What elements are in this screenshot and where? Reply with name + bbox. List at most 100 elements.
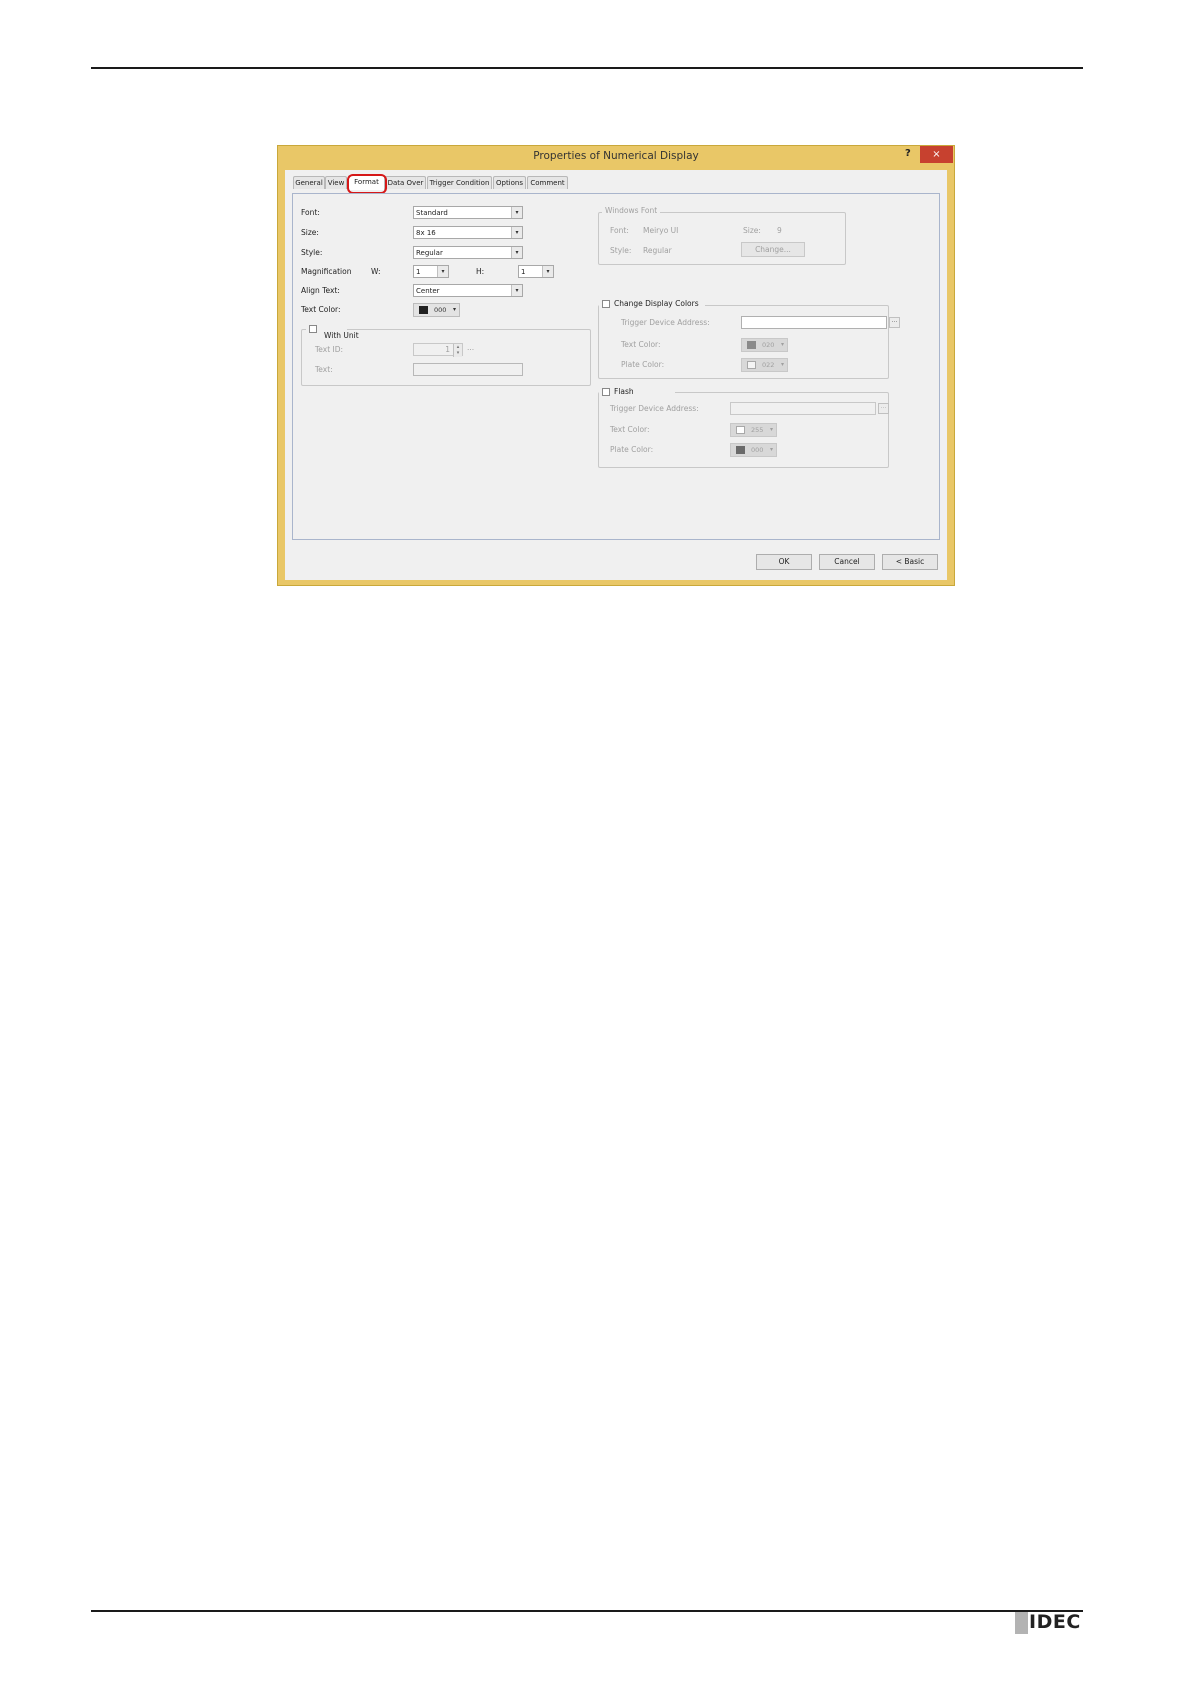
format-tab-highlight — [347, 174, 387, 194]
windows-font-style-value: Regular — [643, 246, 672, 255]
chevron-down-icon: ▾ — [511, 247, 522, 258]
cdc-text-color-swatch — [747, 341, 756, 349]
cdc-text-color-value: 020 — [762, 341, 775, 349]
tab-options[interactable]: Options — [493, 176, 526, 189]
bottom-rule — [91, 1610, 1083, 1612]
top-rule — [91, 67, 1083, 69]
style-select[interactable]: Regular ▾ — [413, 246, 523, 259]
logo-mark — [1015, 1612, 1028, 1634]
change-display-colors-label: Change Display Colors — [614, 299, 699, 308]
magnification-label: Magnification — [301, 267, 352, 276]
font-select[interactable]: Standard ▾ — [413, 206, 523, 219]
chevron-down-icon: ▾ — [780, 341, 784, 348]
magnification-h-value: 1 — [521, 268, 526, 276]
flash-trigger-input[interactable] — [730, 402, 876, 415]
flash-plate-color-picker[interactable]: 000 ▾ — [730, 443, 777, 457]
flash-text-color-value: 255 — [751, 426, 764, 434]
text-color-swatch — [419, 306, 428, 314]
close-button[interactable]: × — [920, 146, 953, 163]
cdc-plate-color-value: 022 — [762, 361, 775, 369]
flash-text-color-picker[interactable]: 255 ▾ — [730, 423, 777, 437]
tab-comment[interactable]: Comment — [527, 176, 568, 189]
format-panel: Font: Standard ▾ Size: 8x 16 ▾ Style: Re… — [292, 193, 940, 540]
change-display-colors-header: Change Display Colors — [599, 297, 705, 309]
title-bar[interactable]: Properties of Numerical Display ? × — [278, 146, 954, 170]
align-text-select[interactable]: Center ▾ — [413, 284, 523, 297]
chevron-down-icon: ▾ — [511, 285, 522, 296]
text-id-label: Text ID: — [315, 345, 344, 354]
properties-dialog: Properties of Numerical Display ? × Gene… — [277, 145, 955, 586]
cdc-text-color-picker[interactable]: 020 ▾ — [741, 338, 788, 352]
windows-font-label: Windows Font — [602, 206, 661, 215]
text-id-value: 1 — [445, 345, 450, 354]
chevron-down-icon: ▾ — [769, 446, 773, 453]
cdc-text-color-label: Text Color: — [621, 340, 661, 349]
text-id-browse[interactable]: ... — [467, 343, 474, 352]
size-select-value: 8x 16 — [416, 229, 436, 237]
flash-label: Flash — [614, 387, 634, 396]
change-font-button[interactable]: Change... — [741, 242, 805, 257]
style-label: Style: — [301, 248, 323, 257]
flash-header: Flash — [599, 385, 675, 397]
with-unit-label: With Unit — [324, 331, 359, 340]
tab-view[interactable]: View — [325, 176, 347, 189]
magnification-h-label: H: — [476, 267, 485, 276]
tab-data-over[interactable]: Data Over — [385, 176, 426, 189]
unit-text-input[interactable] — [413, 363, 523, 376]
font-label: Font: — [301, 208, 320, 217]
text-color-picker[interactable]: 000 ▾ — [413, 303, 460, 317]
flash-text-color-swatch — [736, 426, 745, 434]
windows-font-group — [598, 212, 846, 265]
windows-font-size-label: Size: — [743, 226, 761, 235]
change-display-colors-checkbox[interactable] — [602, 300, 610, 308]
cancel-button[interactable]: Cancel — [819, 554, 875, 570]
tab-general[interactable]: General — [293, 176, 325, 189]
tab-trigger-condition[interactable]: Trigger Condition — [427, 176, 492, 189]
size-label: Size: — [301, 228, 319, 237]
cdc-plate-color-label: Plate Color: — [621, 360, 665, 369]
basic-button[interactable]: < Basic — [882, 554, 938, 570]
with-unit-header: With Unit — [306, 322, 359, 340]
text-color-label: Text Color: — [301, 305, 341, 314]
cdc-plate-color-picker[interactable]: 022 ▾ — [741, 358, 788, 372]
align-text-label: Align Text: — [301, 286, 340, 295]
chevron-down-icon: ▾ — [511, 227, 522, 238]
align-text-value: Center — [416, 287, 440, 295]
spinner-icon[interactable]: ▴ ▾ — [453, 344, 462, 357]
magnification-w-select[interactable]: 1 ▾ — [413, 265, 449, 278]
ok-button[interactable]: OK — [756, 554, 812, 570]
size-select[interactable]: 8x 16 ▾ — [413, 226, 523, 239]
with-unit-checkbox[interactable] — [309, 325, 317, 333]
magnification-w-value: 1 — [416, 268, 421, 276]
dialog-title: Properties of Numerical Display — [533, 150, 699, 162]
text-color-value: 000 — [434, 306, 447, 314]
help-button[interactable]: ? — [905, 148, 919, 159]
chevron-down-icon: ▾ — [542, 266, 553, 277]
window-frame-left — [278, 170, 285, 585]
flash-trigger-label: Trigger Device Address: — [610, 404, 699, 413]
cdc-trigger-browse-button[interactable]: ... — [889, 317, 900, 328]
cdc-trigger-input[interactable] — [741, 316, 887, 329]
flash-checkbox[interactable] — [602, 388, 610, 396]
chevron-down-icon: ▾ — [780, 361, 784, 368]
text-id-input[interactable]: 1 ▴ ▾ — [413, 343, 463, 357]
windows-font-font-value: Meiryo UI — [643, 226, 679, 235]
window-frame-bottom — [278, 580, 954, 585]
magnification-h-select[interactable]: 1 ▾ — [518, 265, 554, 278]
unit-text-label: Text: — [315, 365, 333, 374]
windows-font-font-label: Font: — [610, 226, 629, 235]
font-select-value: Standard — [416, 209, 448, 217]
style-select-value: Regular — [416, 249, 443, 257]
chevron-down-icon: ▾ — [769, 426, 773, 433]
cdc-trigger-label: Trigger Device Address: — [621, 318, 710, 327]
windows-font-style-label: Style: — [610, 246, 632, 255]
chevron-down-icon: ▾ — [511, 207, 522, 218]
flash-text-color-label: Text Color: — [610, 425, 650, 434]
cdc-plate-color-swatch — [747, 361, 756, 369]
flash-plate-color-swatch — [736, 446, 745, 454]
flash-trigger-browse-button[interactable]: ... — [878, 403, 889, 414]
flash-plate-color-value: 000 — [751, 446, 764, 454]
windows-font-size-value: 9 — [777, 226, 782, 235]
chevron-down-icon: ▾ — [452, 306, 456, 313]
magnification-w-label: W: — [371, 267, 381, 276]
